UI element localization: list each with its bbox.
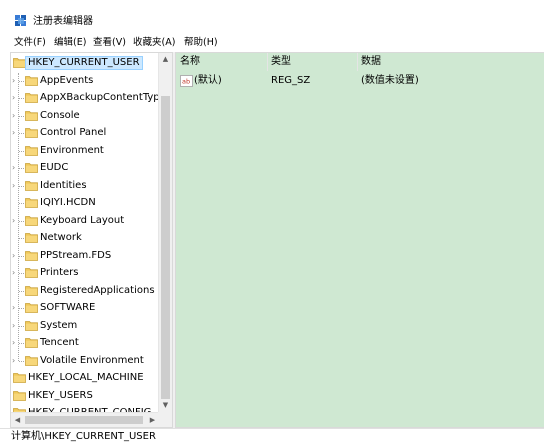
value-row-default[interactable]: ab (默认) REG_SZ (数值未设置) bbox=[176, 73, 544, 89]
tree-node-label: HKEY_USERS bbox=[28, 389, 93, 401]
tree-node-label: PPStream.FDS bbox=[40, 249, 112, 261]
folder-icon bbox=[25, 215, 38, 226]
tree-node[interactable]: › Printers bbox=[11, 265, 159, 281]
folder-icon bbox=[25, 127, 38, 138]
tree-vertical-scrollbar[interactable]: ▲ ▼ bbox=[158, 53, 172, 412]
string-value-icon: ab bbox=[180, 75, 193, 87]
tree-node-label: AppEvents bbox=[40, 74, 94, 86]
tree-node-label: Printers bbox=[40, 267, 79, 278]
tree-node-label: EUDC bbox=[40, 162, 69, 173]
scroll-up-icon[interactable]: ▲ bbox=[159, 53, 172, 66]
status-bar: 计算机\HKEY_CURRENT_USER bbox=[0, 428, 544, 444]
tree-node[interactable]: › Keyboard Layout bbox=[11, 213, 159, 229]
folder-icon bbox=[13, 57, 26, 68]
folder-icon bbox=[13, 390, 26, 401]
menu-favorites[interactable]: 收藏夹(A) bbox=[133, 37, 175, 48]
folder-icon bbox=[25, 197, 38, 208]
folder-icon bbox=[25, 302, 38, 313]
tree-branch-line bbox=[19, 238, 24, 239]
tree-branch-line bbox=[19, 150, 24, 152]
tree-node[interactable]: IQIYI.HCDN bbox=[11, 195, 159, 211]
svg-text:ab: ab bbox=[182, 78, 190, 86]
tree-node-label: Volatile Environment bbox=[40, 354, 144, 366]
column-header-name[interactable]: 名称 bbox=[176, 53, 267, 71]
folder-icon bbox=[25, 92, 38, 103]
folder-icon bbox=[25, 110, 38, 121]
tree-node-label: AppXBackupContentType bbox=[40, 92, 166, 103]
tree-node[interactable]: › PPStream.FDS bbox=[11, 248, 159, 264]
tree-node-label: Environment bbox=[40, 144, 104, 156]
tree-branch-line bbox=[19, 290, 24, 292]
tree-horizontal-scrollbar[interactable]: ◀ ▶ bbox=[11, 412, 159, 427]
tree-node[interactable]: › EUDC bbox=[11, 160, 159, 176]
tree-node-label: Network bbox=[40, 232, 82, 243]
folder-icon bbox=[25, 267, 38, 278]
folder-icon bbox=[25, 337, 38, 348]
tree-node-label: HKEY_CURRENT_USER bbox=[25, 56, 143, 70]
regedit-icon bbox=[15, 15, 26, 26]
values-pane[interactable]: 名称 类型 数据 ab (默认) REG_SZ (数值未设置) bbox=[175, 52, 544, 428]
key-tree-pane[interactable]: HKEY_CURRENT_CONFIGHKEY_USERSHKEY_LOCAL_… bbox=[10, 52, 173, 428]
tree-node[interactable]: › Control Panel bbox=[11, 125, 159, 141]
tree-node-label: RegisteredApplications bbox=[40, 284, 155, 296]
tree-node[interactable]: RegisteredApplications bbox=[11, 283, 159, 299]
tree-node[interactable]: › Tencent bbox=[11, 335, 159, 351]
tree-node[interactable]: Environment bbox=[11, 143, 159, 159]
menu-view[interactable]: 查看(V) bbox=[93, 37, 126, 48]
tree-node-label: HKEY_LOCAL_MACHINE bbox=[28, 372, 144, 383]
value-type: REG_SZ bbox=[271, 75, 311, 86]
tree-node[interactable]: › SOFTWARE bbox=[11, 300, 159, 316]
menu-help[interactable]: 帮助(H) bbox=[184, 37, 218, 48]
scroll-corner bbox=[158, 412, 172, 427]
tree-node-label: Tencent bbox=[40, 337, 79, 348]
tree-node-label: System bbox=[40, 319, 78, 331]
tree-node[interactable]: › Console bbox=[11, 108, 159, 124]
folder-icon bbox=[25, 75, 38, 86]
status-path: 计算机\HKEY_CURRENT_USER bbox=[11, 431, 156, 442]
tree-node-label: Keyboard Layout bbox=[40, 214, 125, 226]
tree-node[interactable]: › Volatile Environment bbox=[11, 353, 159, 369]
tree-node-label: Console bbox=[40, 109, 80, 121]
scroll-down-icon[interactable]: ▼ bbox=[159, 399, 172, 412]
window-title: 注册表编辑器 bbox=[33, 16, 93, 27]
folder-icon bbox=[25, 250, 38, 261]
tree-branch-line bbox=[19, 203, 24, 204]
menu-bar: 文件(F) 编辑(E) 查看(V) 收藏夹(A) 帮助(H) bbox=[0, 33, 544, 51]
tree-node-label: Identities bbox=[40, 179, 87, 191]
tree-node[interactable]: › System bbox=[11, 318, 159, 334]
folder-icon bbox=[25, 355, 38, 366]
tree-guide-line bbox=[18, 72, 19, 361]
menu-file[interactable]: 文件(F) bbox=[14, 37, 46, 48]
tree-vscroll-thumb[interactable] bbox=[161, 96, 170, 399]
tree-node[interactable]: HKEY_LOCAL_MACHINE bbox=[11, 370, 159, 386]
value-name: (默认) bbox=[194, 75, 222, 86]
folder-icon bbox=[25, 320, 38, 331]
tree-node[interactable]: Network bbox=[11, 230, 159, 246]
tree-node[interactable]: › Identities bbox=[11, 178, 159, 194]
folder-icon bbox=[25, 180, 38, 191]
folder-icon bbox=[13, 372, 26, 383]
tree-node[interactable]: › AppEvents bbox=[11, 73, 159, 89]
tree-node[interactable]: › AppXBackupContentType bbox=[11, 90, 166, 106]
tree-node[interactable]: HKEY_USERS bbox=[11, 388, 159, 404]
folder-icon bbox=[25, 285, 38, 296]
value-data: (数值未设置) bbox=[361, 75, 419, 86]
scroll-left-icon[interactable]: ◀ bbox=[11, 413, 24, 427]
column-header-data[interactable]: 数据 bbox=[357, 53, 537, 71]
tree-node-label: IQIYI.HCDN bbox=[40, 197, 96, 208]
tree-node[interactable]: HKEY_CURRENT_USER bbox=[11, 55, 159, 71]
folder-icon bbox=[25, 145, 38, 156]
tree-hscroll-thumb[interactable] bbox=[25, 416, 143, 424]
tree-node-label: SOFTWARE bbox=[40, 302, 96, 313]
folder-icon bbox=[25, 162, 38, 173]
title-bar: 注册表编辑器 bbox=[0, 0, 544, 32]
menu-edit[interactable]: 编辑(E) bbox=[54, 37, 86, 48]
tree-node-label: Control Panel bbox=[40, 127, 107, 138]
column-header-type[interactable]: 类型 bbox=[267, 53, 357, 71]
folder-icon bbox=[25, 232, 38, 243]
